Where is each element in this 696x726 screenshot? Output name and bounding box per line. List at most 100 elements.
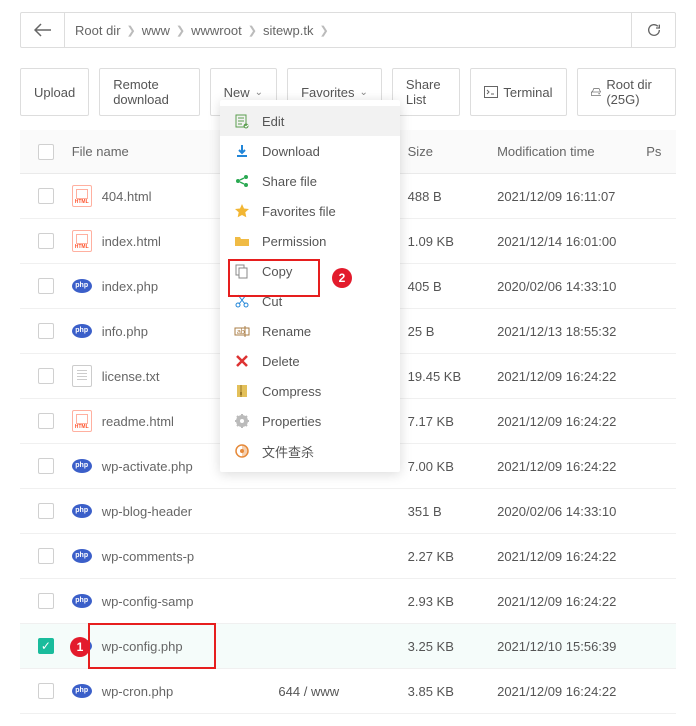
breadcrumb-item[interactable]: sitewp.tk: [263, 23, 314, 38]
table-row[interactable]: ✓phpwp-config.php3.25 KB2021/12/10 15:56…: [20, 624, 676, 669]
disk-icon: [591, 86, 602, 98]
refresh-button[interactable]: [631, 13, 675, 47]
menu-item-cut[interactable]: Cut: [220, 286, 400, 316]
menu-label: Favorites file: [262, 204, 336, 219]
file-name[interactable]: index.php: [102, 279, 158, 294]
menu-item-compress[interactable]: Compress: [220, 376, 400, 406]
breadcrumb-item[interactable]: Root dir: [75, 23, 121, 38]
menu-item-delete[interactable]: Delete: [220, 346, 400, 376]
file-size: 2.93 KB: [408, 594, 497, 609]
menu-item-rename[interactable]: abRename: [220, 316, 400, 346]
row-checkbox[interactable]: [38, 233, 54, 249]
menu-label: Cut: [262, 294, 282, 309]
file-table: File name PMSN/Owner Size Modification t…: [20, 130, 676, 714]
row-checkbox[interactable]: [38, 503, 54, 519]
menu-item-download[interactable]: Download: [220, 136, 400, 166]
refresh-icon: [646, 22, 662, 38]
table-row[interactable]: phpwp-comments-p2.27 KB2021/12/09 16:24:…: [20, 534, 676, 579]
col-ps[interactable]: Ps: [646, 144, 676, 159]
file-mtime: 2021/12/09 16:24:22: [497, 684, 646, 699]
row-checkbox[interactable]: [38, 548, 54, 564]
menu-item-scan[interactable]: 文件查杀: [220, 436, 400, 466]
back-button[interactable]: [21, 13, 65, 47]
file-pmsn: 644 / www: [278, 684, 407, 699]
svg-text:ab: ab: [237, 329, 245, 336]
menu-item-properties[interactable]: Properties: [220, 406, 400, 436]
compress-icon: [234, 383, 250, 399]
upload-button[interactable]: Upload: [20, 68, 89, 116]
file-name[interactable]: 404.html: [102, 189, 152, 204]
annotation-badge-2: 2: [332, 268, 352, 288]
file-mtime: 2021/12/09 16:11:07: [497, 189, 646, 204]
row-checkbox[interactable]: ✓: [38, 638, 54, 654]
menu-label: Copy: [262, 264, 292, 279]
menu-label: Permission: [262, 234, 326, 249]
row-checkbox[interactable]: [38, 368, 54, 384]
menu-label: Compress: [262, 384, 321, 399]
col-size[interactable]: Size: [408, 144, 497, 159]
table-row[interactable]: phpwp-cron.php644 / www3.85 KB2021/12/09…: [20, 669, 676, 714]
file-name[interactable]: wp-config.php: [102, 639, 183, 654]
remote-download-button[interactable]: Remote download: [99, 68, 199, 116]
col-mtime[interactable]: Modification time: [497, 144, 646, 159]
share-icon: [234, 173, 250, 189]
file-size: 2.27 KB: [408, 549, 497, 564]
terminal-button[interactable]: Terminal: [470, 68, 566, 116]
menu-item-edit[interactable]: Edit: [220, 106, 400, 136]
breadcrumb-item[interactable]: wwwroot: [191, 23, 242, 38]
row-checkbox[interactable]: [38, 683, 54, 699]
chevron-right-icon: ❯: [248, 24, 257, 37]
terminal-icon: [484, 86, 498, 98]
table-row[interactable]: phpindex.php405 B2020/02/06 14:33:10Edit…: [20, 264, 676, 309]
copy-icon: [234, 263, 250, 279]
file-mtime: 2021/12/10 15:56:39: [497, 639, 646, 654]
file-name[interactable]: wp-blog-header: [102, 504, 192, 519]
row-checkbox[interactable]: [38, 278, 54, 294]
file-size: 488 B: [408, 189, 497, 204]
row-checkbox[interactable]: [38, 323, 54, 339]
file-name[interactable]: wp-activate.php: [102, 459, 193, 474]
chevron-right-icon: ❯: [176, 24, 185, 37]
cut-icon: [234, 293, 250, 309]
table-row[interactable]: phpwp-config-samp2.93 KB2021/12/09 16:24…: [20, 579, 676, 624]
row-checkbox[interactable]: [38, 593, 54, 609]
chevron-right-icon: ❯: [127, 24, 136, 37]
file-name[interactable]: wp-comments-p: [102, 549, 194, 564]
share-list-button[interactable]: Share List: [392, 68, 460, 116]
row-checkbox[interactable]: [38, 188, 54, 204]
file-mtime: 2021/12/09 16:24:22: [497, 414, 646, 429]
scan-icon: [234, 443, 250, 459]
root-dir-button[interactable]: Root dir (25G): [577, 68, 676, 116]
file-name[interactable]: license.txt: [102, 369, 160, 384]
file-mtime: 2020/02/06 14:33:10: [497, 279, 646, 294]
file-name[interactable]: info.php: [102, 324, 148, 339]
file-name[interactable]: wp-config-samp: [102, 594, 194, 609]
chevron-down-icon: ⌄: [255, 87, 263, 98]
file-mtime: 2021/12/09 16:24:22: [497, 369, 646, 384]
file-name[interactable]: wp-cron.php: [102, 684, 174, 699]
row-checkbox[interactable]: [38, 458, 54, 474]
file-name[interactable]: index.html: [102, 234, 161, 249]
row-checkbox[interactable]: [38, 413, 54, 429]
file-size: 25 B: [408, 324, 497, 339]
menu-label: Delete: [262, 354, 300, 369]
file-size: 351 B: [408, 504, 497, 519]
breadcrumb-item[interactable]: www: [142, 23, 170, 38]
menu-item-star[interactable]: Favorites file: [220, 196, 400, 226]
edit-icon: [234, 113, 250, 129]
menu-label: Share file: [262, 174, 317, 189]
select-all-checkbox[interactable]: [38, 144, 54, 160]
menu-item-copy[interactable]: Copy: [220, 256, 400, 286]
context-menu: Edit Download Share file Favorites file Perm…: [220, 100, 400, 472]
menu-item-share[interactable]: Share file: [220, 166, 400, 196]
menu-label: Edit: [262, 114, 284, 129]
file-name[interactable]: readme.html: [102, 414, 174, 429]
menu-label: Download: [262, 144, 320, 159]
file-mtime: 2020/02/06 14:33:10: [497, 504, 646, 519]
menu-item-folder[interactable]: Permission: [220, 226, 400, 256]
file-size: 19.45 KB: [408, 369, 497, 384]
menu-label: 文件查杀: [262, 442, 314, 461]
file-mtime: 2021/12/09 16:24:22: [497, 459, 646, 474]
file-mtime: 2021/12/13 18:55:32: [497, 324, 646, 339]
table-row[interactable]: phpwp-blog-header351 B2020/02/06 14:33:1…: [20, 489, 676, 534]
